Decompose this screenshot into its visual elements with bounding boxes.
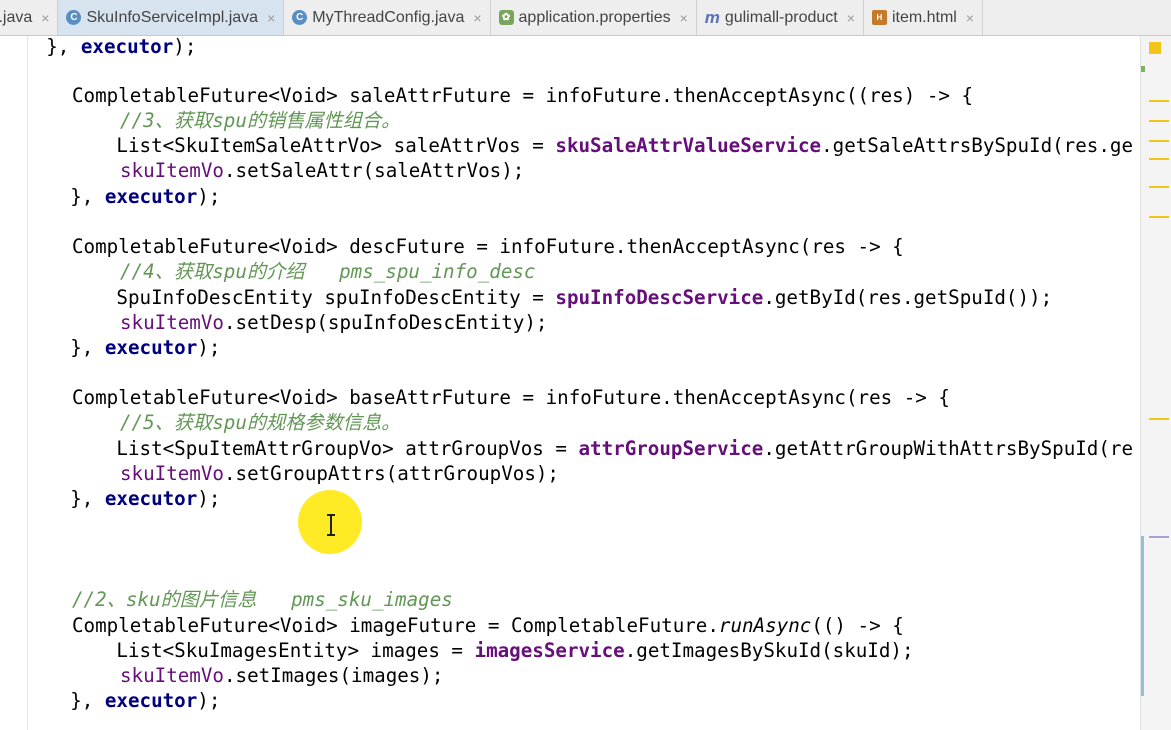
maven-module-icon: m [704,7,720,27]
warning-marker[interactable] [1149,216,1169,218]
code-line: }, executor); [24,487,221,510]
info-marker[interactable] [1149,536,1169,538]
code-comment: //4、获取spu的介绍 pms_spu_info_desc [120,260,536,283]
code-line: }, executor); [24,185,221,208]
code-comment: //5、获取spu的规格参数信息。 [120,411,401,434]
tab-mythreadconfig[interactable]: C MyThreadConfig.java × [284,0,491,35]
warning-marker[interactable] [1149,140,1169,142]
warning-marker[interactable] [1149,100,1169,102]
code-line: skuItemVo.setGroupAttrs(attrGroupVos); [120,462,559,485]
html-file-icon: H [871,10,887,25]
tab-label: r.java [0,8,33,26]
editor-tab-bar: r.java × C SkuInfoServiceImpl.java × C M… [0,0,1171,36]
warning-marker[interactable] [1149,186,1169,188]
tab-label: application.properties [518,8,671,26]
properties-file-icon: ✿ [498,10,514,25]
scrollbar-thumb[interactable] [1141,536,1144,696]
code-line: }, executor); [0,36,197,58]
close-icon[interactable]: × [41,10,49,26]
code-line: CompletableFuture<Void> descFuture = inf… [72,235,904,258]
close-icon[interactable]: × [966,10,974,26]
text-cursor-icon [327,514,335,536]
error-stripe-scrollbar[interactable] [1140,36,1171,730]
warning-marker[interactable] [1149,418,1169,420]
code-line: skuItemVo.setImages(images); [120,664,444,687]
code-line: skuItemVo.setDesp(spuInfoDescEntity); [120,311,548,334]
code-comment: //3、获取spu的销售属性组合。 [120,109,401,132]
tab-label: gulimall-product [724,8,838,26]
close-icon[interactable]: × [680,10,688,26]
code-line: skuItemVo.setSaleAttr(saleAttrVos); [120,159,525,182]
tab-label: MyThreadConfig.java [312,8,465,26]
code-line: }, executor); [24,689,221,712]
close-icon[interactable]: × [267,10,275,26]
code-comment: //2、sku的图片信息 pms_sku_images [72,588,453,611]
code-line: List<SkuItemSaleAttrVo> saleAttrVos = sk… [24,134,1133,157]
code-line: SpuInfoDescEntity spuInfoDescEntity = sp… [24,286,1053,309]
code-line: CompletableFuture<Void> imageFuture = Co… [72,614,904,637]
tab-r-java[interactable]: r.java × [0,0,59,35]
tab-label: SkuInfoServiceImpl.java [86,8,259,26]
warning-indicator-icon[interactable] [1149,42,1161,54]
tab-skuinfoserviceimpl[interactable]: C SkuInfoServiceImpl.java × [58,0,285,35]
tab-label: item.html [891,8,957,26]
warning-marker[interactable] [1149,158,1169,160]
close-icon[interactable]: × [473,10,481,26]
code-line: List<SpuItemAttrGroupVo> attrGroupVos = … [24,437,1134,460]
tab-gulimall-product[interactable]: m gulimall-product × [697,0,864,35]
code-line: CompletableFuture<Void> baseAttrFuture =… [72,386,950,409]
java-class-icon: C [66,10,82,25]
warning-marker[interactable] [1149,120,1169,122]
tab-application-properties[interactable]: ✿ application.properties × [491,0,697,35]
code-line: CompletableFuture<Void> saleAttrFuture =… [72,84,974,107]
code-line: }, executor); [24,336,221,359]
change-marker [1141,66,1145,72]
code-line: List<SkuImagesEntity> images = imagesSer… [24,639,914,662]
java-class-icon: C [292,10,308,25]
code-editor[interactable]: }, executor); CompletableFuture<Void> sa… [0,36,1140,730]
close-icon[interactable]: × [847,10,855,26]
tab-item-html[interactable]: H item.html × [864,0,984,35]
